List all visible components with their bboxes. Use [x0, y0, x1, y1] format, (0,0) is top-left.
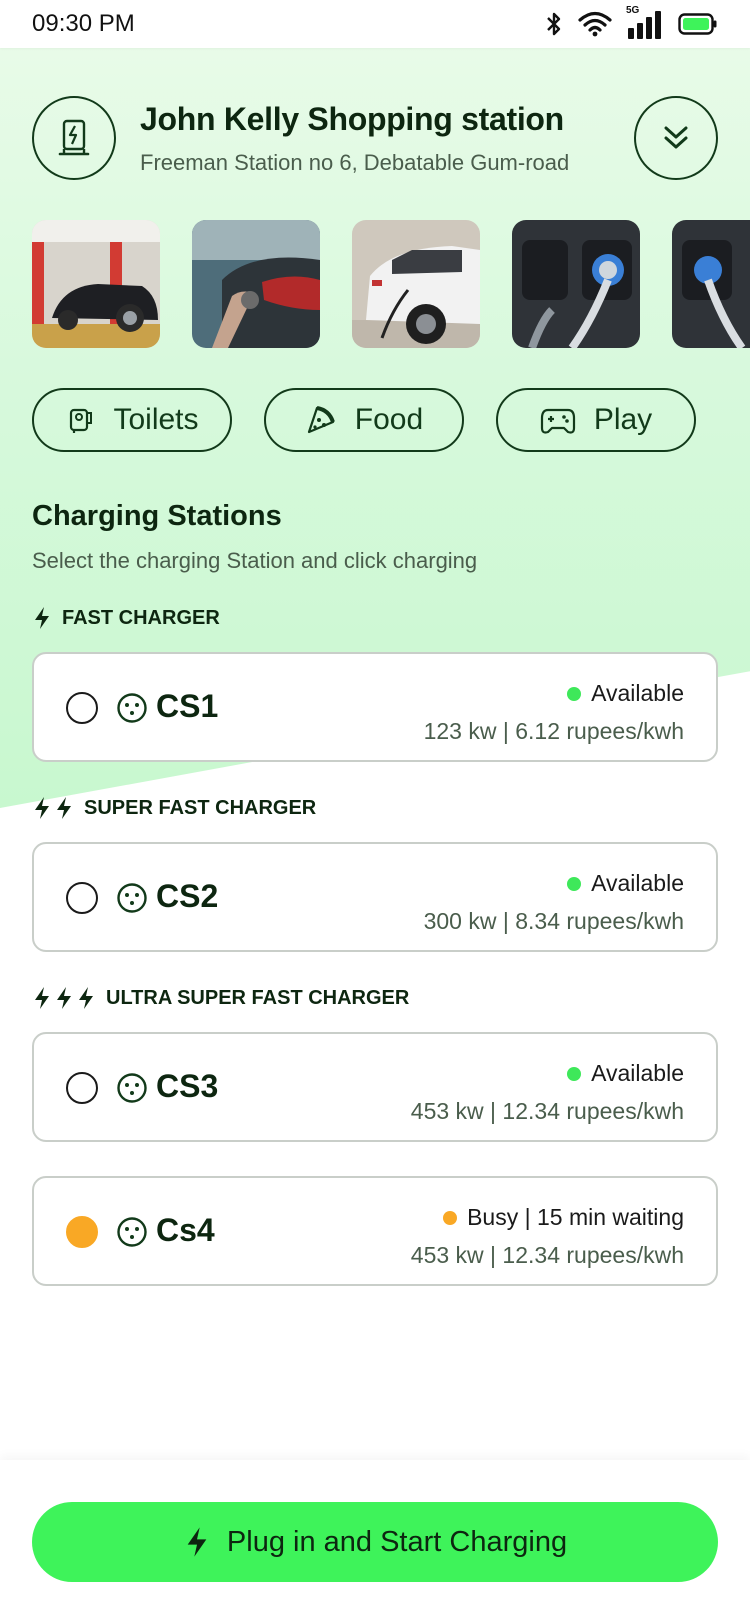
- expand-button[interactable]: [634, 96, 718, 180]
- status-dot: [567, 1066, 582, 1081]
- station-id: CS2: [156, 878, 219, 914]
- wifi-icon: [578, 11, 612, 37]
- double-chevron-down-icon: [664, 126, 688, 149]
- station-icon-badge: [32, 96, 116, 180]
- battery-icon: [678, 13, 717, 35]
- station-radio[interactable]: [66, 1216, 98, 1248]
- station-id: CS3: [156, 1068, 219, 1104]
- station-info: John Kelly Shopping station Freeman Stat…: [140, 101, 634, 176]
- bolt-icon: [187, 1527, 207, 1557]
- ev-charger-icon: [58, 119, 90, 156]
- status-bar: 09:30 PM 5G: [0, 0, 750, 48]
- status-dot: [567, 686, 582, 701]
- station-spec: 453 kw | 12.34 rupees/kwh: [410, 1242, 684, 1268]
- bolt-icon-group: [32, 986, 96, 1010]
- section-subtitle: Select the charging Station and click ch…: [32, 548, 478, 573]
- station-spec: 123 kw | 6.12 rupees/kwh: [423, 718, 684, 744]
- bolt-icon: [35, 797, 49, 819]
- status-dot: [443, 1210, 458, 1225]
- station-spec: 453 kw | 12.34 rupees/kwh: [410, 1098, 684, 1124]
- start-charging-button[interactable]: Plug in and Start Charging: [32, 1502, 718, 1582]
- station-photo[interactable]: [512, 220, 640, 348]
- charger-group-text: SUPER FAST CHARGER: [84, 796, 317, 819]
- status-text: Available: [591, 680, 684, 706]
- station-status: Available: [567, 680, 684, 707]
- amenity-label: Food: [354, 403, 424, 436]
- charging-station-card[interactable]: CS3 Available 453 kw | 12.34 rupees/kwh: [32, 1032, 718, 1142]
- bolt-icon: [57, 987, 71, 1009]
- station-name: John Kelly Shopping station: [140, 100, 564, 137]
- charging-station-card[interactable]: Cs4 Busy | 15 min waiting 453 kw | 12.34…: [32, 1176, 718, 1286]
- bolt-icon-group: [32, 606, 52, 630]
- station-radio[interactable]: [66, 882, 98, 914]
- cellular-signal-icon: 5G: [626, 5, 664, 39]
- socket-icon: [117, 1073, 147, 1103]
- bolt-icon: [57, 797, 71, 819]
- charging-station-card[interactable]: CS1 Available 123 kw | 6.12 rupees/kwh: [32, 652, 718, 762]
- station-spec: 300 kw | 8.34 rupees/kwh: [423, 908, 684, 934]
- station-photo[interactable]: [32, 220, 160, 348]
- station-status: Available: [567, 870, 684, 897]
- amenities-list: Toilets Food Play: [32, 388, 696, 452]
- socket-icon: [117, 1217, 147, 1247]
- charger-group-text: FAST CHARGER: [62, 606, 220, 629]
- bolt-icon: [35, 987, 49, 1009]
- bolt-icon: [79, 987, 93, 1009]
- section-title: Charging Stations: [32, 500, 282, 532]
- station-status: Available: [567, 1060, 684, 1087]
- start-charging-label: Plug in and Start Charging: [226, 1525, 568, 1558]
- charger-group-label: ULTRA SUPER FAST CHARGER: [32, 986, 409, 1010]
- station-photo-gallery[interactable]: [32, 220, 750, 348]
- amenity-label: Toilets: [113, 403, 199, 436]
- pizza-icon: [307, 406, 335, 434]
- charger-group-text: ULTRA SUPER FAST CHARGER: [106, 986, 410, 1009]
- status-text: Available: [591, 1060, 684, 1086]
- amenity-label: Play: [593, 403, 653, 436]
- station-id: Cs4: [156, 1212, 215, 1248]
- station-address: Freeman Station no 6, Debatable Gum-road: [140, 149, 570, 175]
- charging-station-card[interactable]: CS2 Available 300 kw | 8.34 rupees/kwh: [32, 842, 718, 952]
- charger-group-label: SUPER FAST CHARGER: [32, 796, 316, 820]
- station-header: John Kelly Shopping station Freeman Stat…: [32, 96, 718, 180]
- amenity-food-chip[interactable]: Food: [264, 388, 464, 452]
- station-status: Busy | 15 min waiting: [443, 1204, 684, 1231]
- bolt-icon-group: [32, 796, 74, 820]
- station-id: CS1: [156, 688, 219, 724]
- socket-icon: [117, 883, 147, 913]
- station-radio[interactable]: [66, 692, 98, 724]
- station-photo[interactable]: [672, 220, 750, 348]
- toilet-paper-icon: [70, 408, 93, 433]
- bluetooth-icon: [547, 12, 561, 36]
- status-text: Busy | 15 min waiting: [467, 1204, 684, 1230]
- station-radio[interactable]: [66, 1072, 98, 1104]
- status-text: Available: [591, 870, 684, 896]
- gamepad-icon: [540, 408, 575, 434]
- station-photo[interactable]: [352, 220, 480, 348]
- charger-group-label: FAST CHARGER: [32, 606, 220, 630]
- socket-icon: [117, 693, 147, 723]
- status-time: 09:30 PM: [32, 10, 135, 37]
- amenity-play-chip[interactable]: Play: [496, 388, 696, 452]
- station-photo[interactable]: [192, 220, 320, 348]
- bolt-icon: [35, 607, 49, 629]
- status-dot: [567, 876, 582, 891]
- amenity-toilets-chip[interactable]: Toilets: [32, 388, 232, 452]
- status-icons: 5G: [544, 5, 718, 39]
